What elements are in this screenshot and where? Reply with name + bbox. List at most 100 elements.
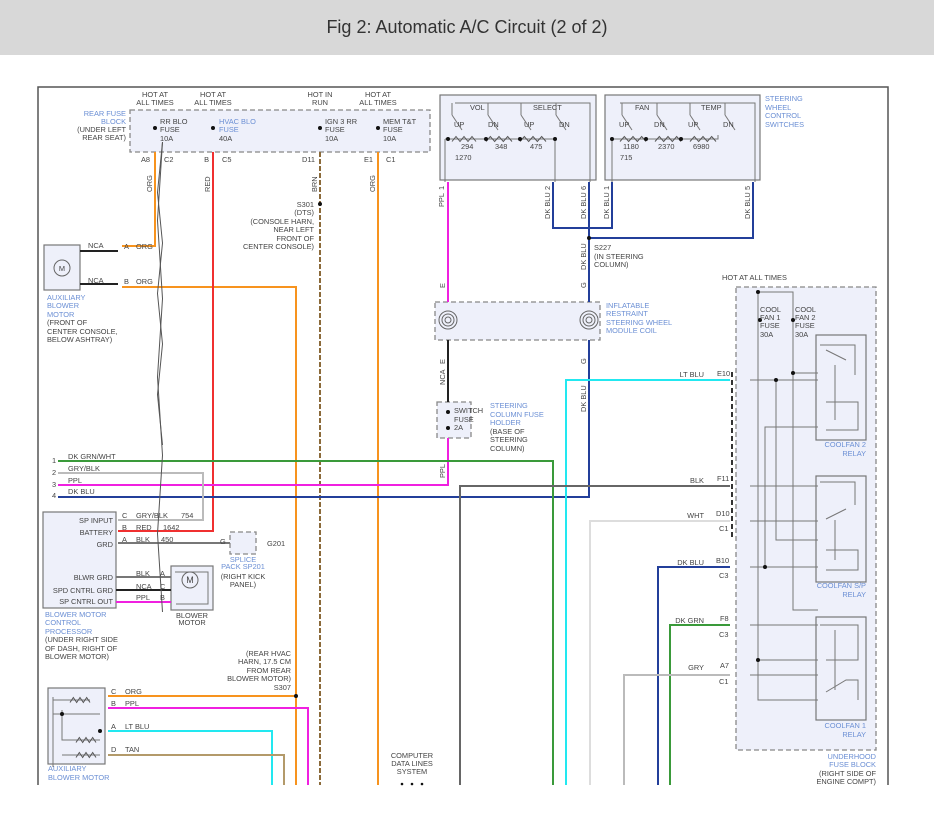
splice-dot bbox=[98, 729, 102, 733]
wire-red bbox=[118, 152, 214, 532]
splice-dot bbox=[587, 236, 591, 240]
splice-dot bbox=[318, 126, 322, 130]
diagram-label: MOTOR bbox=[178, 618, 205, 627]
diagram-label: (DTS) bbox=[294, 208, 314, 217]
diagram-label: (UNDER RIGHT SIDE bbox=[45, 635, 118, 644]
diagram-label: 2A bbox=[454, 423, 463, 432]
diagram-label: LT BLU bbox=[125, 722, 149, 731]
diagram-label: TAN bbox=[125, 745, 139, 754]
wire-gry bbox=[623, 674, 730, 785]
diagram-label: FUSE BLOCK bbox=[829, 760, 876, 769]
diagram-label: AUXILIARY bbox=[48, 764, 87, 773]
diagram-label: NCA bbox=[88, 276, 104, 285]
diagram-label: E bbox=[438, 359, 447, 364]
diagram-label: DK GRN/WHT bbox=[68, 452, 116, 461]
diagram-label: E10 bbox=[717, 369, 730, 378]
diagram-label: C bbox=[160, 582, 166, 591]
diagram-label: SYSTEM bbox=[397, 767, 427, 776]
diagram-label: B bbox=[122, 523, 127, 532]
diagram-label: SWITCH bbox=[454, 406, 483, 415]
diagram-label: PPL bbox=[437, 193, 446, 207]
diagram-label: 10A bbox=[383, 134, 396, 143]
diagram-label: HOT AT ALL TIMES bbox=[722, 273, 787, 282]
diagram-label: COLUMN) bbox=[490, 444, 525, 453]
splice-dot bbox=[644, 137, 648, 141]
diagram-label: 1 bbox=[602, 186, 611, 190]
diagram-label: G bbox=[579, 282, 588, 288]
rear-aux-labels: (REAR HVACHARN, 17.5 CM FROM REARBLOWER … bbox=[48, 649, 433, 782]
diagram-label: DK BLU bbox=[677, 558, 704, 567]
diagram-label: BLK bbox=[690, 476, 704, 485]
splice-dot bbox=[211, 126, 215, 130]
diagram-label: DK BLU bbox=[602, 192, 611, 219]
splice-dot bbox=[318, 202, 322, 206]
diagram-label: DK BLU bbox=[579, 385, 588, 412]
diagram-label: C1 bbox=[719, 524, 728, 533]
splice-dot bbox=[756, 290, 760, 294]
diagram-label: FUSE bbox=[219, 125, 239, 134]
diagram-label: RELAY bbox=[842, 449, 866, 458]
diagram-label: E1 bbox=[364, 155, 373, 164]
diagram-label: SPD CNTRL GRD bbox=[53, 586, 113, 595]
diagram-label: A8 bbox=[141, 155, 150, 164]
splice-dot bbox=[679, 137, 683, 141]
diagram-label: 30A bbox=[795, 330, 808, 339]
diagram-label: D bbox=[111, 745, 116, 754]
diagram-label: RELAY bbox=[842, 590, 866, 599]
splice-dot bbox=[60, 712, 64, 716]
diagram-label: C5 bbox=[222, 155, 231, 164]
diagram-label: 294 bbox=[461, 142, 473, 151]
diagram-label: BLWR GRD bbox=[74, 573, 113, 582]
diagram-label: ALL TIMES bbox=[359, 98, 396, 107]
diagram-label: C3 bbox=[719, 630, 728, 639]
diagram-label: 2370 bbox=[658, 142, 674, 151]
diagram-label: DN bbox=[654, 120, 665, 129]
diagram-label: SP INPUT bbox=[79, 516, 113, 525]
diagram-label: NCA bbox=[438, 369, 447, 385]
splice-dot bbox=[484, 137, 488, 141]
diagram-label: ALL TIMES bbox=[194, 98, 231, 107]
diagram-label: CENTER CONSOLE) bbox=[243, 242, 314, 251]
diagram-label: M bbox=[59, 264, 65, 273]
diagram-label: ORG bbox=[136, 277, 153, 286]
s301-labels: S301(DTS) (CONSOLE HARN,NEAR LEFT FRONT … bbox=[243, 200, 315, 251]
diagram-label: PANEL) bbox=[230, 580, 256, 589]
diagram-label: DN bbox=[723, 120, 734, 129]
diagram-label: BLK bbox=[136, 569, 150, 578]
diagram-label: ALL TIMES bbox=[136, 98, 173, 107]
diagram-label: 1270 bbox=[455, 153, 471, 162]
diagram-label: COOLFAN 2 bbox=[825, 440, 866, 449]
diagram-label: C3 bbox=[719, 571, 728, 580]
splice-pack bbox=[229, 531, 257, 555]
diagram-label: E bbox=[438, 283, 447, 288]
diagram-label: PPL bbox=[438, 464, 447, 478]
diagram-label: BELOW ASHTRAY) bbox=[47, 335, 112, 344]
diagram-label: S227 bbox=[594, 243, 611, 252]
wire-wht bbox=[589, 520, 730, 785]
aux-blower-motor-rear bbox=[47, 687, 106, 765]
diagram-label: 6 bbox=[579, 186, 588, 190]
diagram-label: PPL bbox=[68, 476, 82, 485]
diagram-label: 1642 bbox=[163, 523, 179, 532]
diagram-label: GRY bbox=[688, 663, 704, 672]
diagram-label: (FRONT OF bbox=[47, 318, 88, 327]
diagram-label: MODULE COIL bbox=[606, 326, 657, 335]
diagram-label: RELAY bbox=[842, 730, 866, 739]
diagram-label: DK BLU bbox=[579, 192, 588, 219]
diagram-label: 475 bbox=[530, 142, 542, 151]
diagram-label: NEAR LEFT bbox=[273, 225, 314, 234]
diagram-label: RED bbox=[136, 523, 152, 532]
diagram-label: 30A bbox=[760, 330, 773, 339]
diagram-label: TEMP bbox=[701, 103, 722, 112]
wiring-diagram: M M HOT ATALL TIMES HOT ATALL TIMES HOT … bbox=[37, 86, 889, 786]
diagram-label: 1180 bbox=[623, 142, 639, 151]
diagram-label: ORG bbox=[136, 242, 153, 251]
wire-tan-rear bbox=[108, 754, 285, 785]
wire-ltblu-rear bbox=[108, 730, 273, 785]
diagram-label: SWITCHES bbox=[765, 120, 804, 129]
diagram-label: DN bbox=[559, 120, 570, 129]
diagram-label: 10A bbox=[160, 134, 173, 143]
diagram-label: CONTROL bbox=[45, 618, 81, 627]
diagram-label: WHT bbox=[687, 511, 704, 520]
diagram-label: BLOWER MOTOR bbox=[48, 773, 109, 782]
